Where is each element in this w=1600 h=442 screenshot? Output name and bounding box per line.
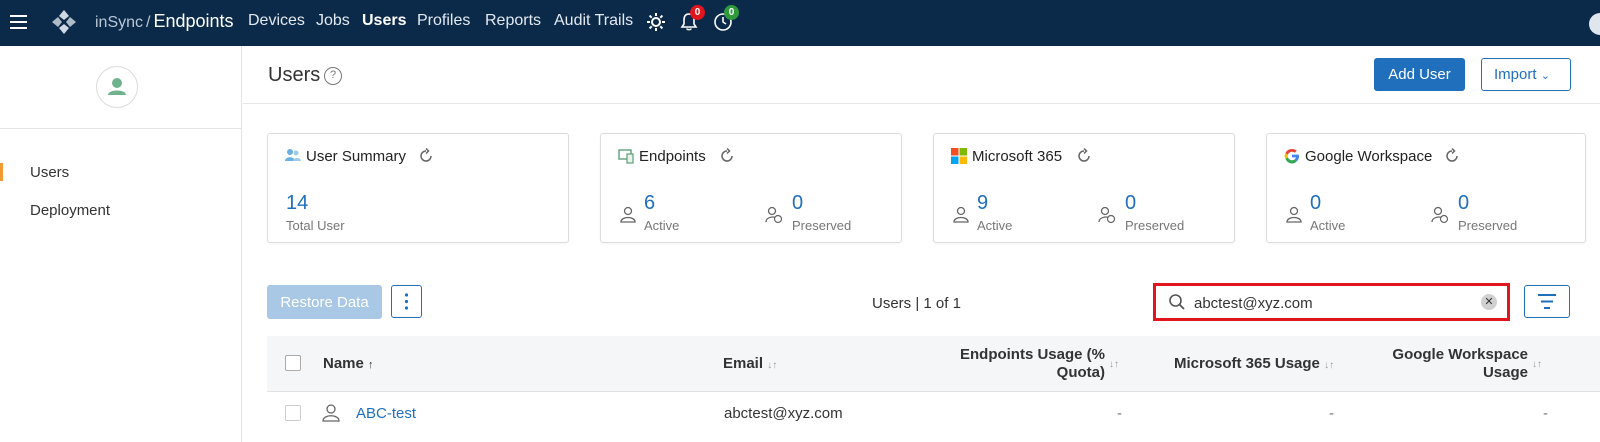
select-all-checkbox[interactable] [285, 355, 301, 371]
card-title: Endpoints [639, 148, 706, 165]
user-outline-icon [1286, 206, 1302, 223]
microsoft-365-card: Microsoft 365 9 Active 0 Preserved [933, 133, 1235, 243]
row-checkbox[interactable] [285, 405, 301, 421]
column-header-email-label: Email [723, 355, 764, 372]
preserved-label: Preserved [792, 218, 852, 233]
restore-data-button[interactable]: Restore Data [267, 285, 382, 319]
active-label: Active [977, 218, 1013, 233]
brand-title: inSync / Endpoints [95, 11, 234, 32]
google-usage-value: - [1543, 405, 1548, 422]
preserved-count[interactable]: 0 [792, 192, 803, 215]
active-label: Active [644, 218, 680, 233]
chevron-down-icon: ⌄ [1540, 70, 1550, 82]
sort-icon: ↓↑ [1109, 359, 1119, 370]
account-avatar[interactable] [1589, 13, 1600, 35]
import-button[interactable]: Import ⌄ [1481, 58, 1571, 91]
m365-usage-value: - [1329, 405, 1334, 422]
page-title: Users [268, 64, 321, 86]
help-icon[interactable]: ? [324, 67, 342, 85]
column-header-m365-usage[interactable]: Microsoft 365 Usage ↓↑ [1174, 355, 1334, 372]
nav-jobs[interactable]: Jobs [316, 12, 350, 30]
sidebar-item-users[interactable]: Users [30, 164, 69, 181]
microsoft-logo-icon [951, 148, 967, 164]
filter-button[interactable] [1524, 285, 1570, 318]
refresh-icon[interactable] [1444, 148, 1460, 164]
notifications-badge: 0 [690, 5, 705, 20]
user-preserved-icon [1431, 206, 1449, 224]
sidebar-divider [0, 128, 242, 129]
nav-profiles[interactable]: Profiles [417, 12, 470, 30]
user-outline-icon [322, 404, 340, 422]
sort-icon: ↓↑ [1324, 360, 1335, 371]
jobs-badge: 0 [724, 5, 739, 20]
preserved-count[interactable]: 0 [1458, 192, 1469, 215]
user-summary-card: User Summary 14 Total User [267, 133, 569, 243]
column-header-name-label: Name [323, 355, 364, 372]
gear-icon[interactable] [646, 12, 666, 32]
sort-icon: ↓↑ [767, 360, 778, 371]
nav-users[interactable]: Users [362, 12, 406, 30]
refresh-icon[interactable] [418, 148, 434, 164]
endpoints-card: Endpoints 6 Active 0 Preserved [600, 133, 902, 243]
active-count[interactable]: 9 [977, 192, 988, 215]
user-avatar-icon [108, 78, 126, 95]
refresh-icon[interactable] [719, 148, 735, 164]
column-header-google-usage[interactable]: Google Workspace Usage [1377, 346, 1528, 382]
add-user-button[interactable]: Add User [1374, 58, 1465, 91]
clear-search-icon[interactable]: ✕ [1481, 294, 1497, 310]
search-icon [1169, 294, 1185, 310]
nav-reports[interactable]: Reports [485, 12, 541, 30]
hamburger-menu-icon[interactable] [8, 11, 30, 33]
sidebar-item-deployment[interactable]: Deployment [30, 202, 110, 219]
active-count[interactable]: 0 [1310, 192, 1321, 215]
column-header-email[interactable]: Email ↓↑ [723, 355, 777, 372]
kebab-menu-icon [404, 293, 409, 310]
card-title: Microsoft 365 [972, 148, 1063, 165]
column-header-name[interactable]: Name ↑ [323, 355, 374, 372]
card-title: User Summary [306, 148, 407, 165]
sort-icon: ↓↑ [1532, 359, 1542, 370]
more-options-button[interactable] [391, 285, 422, 318]
preserved-count[interactable]: 0 [1125, 192, 1136, 215]
search-input[interactable] [1194, 292, 1474, 314]
active-item-marker [0, 163, 3, 181]
total-users-label: Total User [286, 218, 345, 233]
total-users-count[interactable]: 14 [286, 192, 308, 215]
user-outline-icon [953, 206, 969, 223]
google-logo-icon [1284, 149, 1299, 164]
user-name-link[interactable]: ABC-test [356, 405, 416, 422]
endpoints-usage-value: - [1117, 405, 1122, 422]
brand-product: Endpoints [153, 11, 234, 31]
sidebar: Users Deployment [0, 46, 242, 442]
active-label: Active [1310, 218, 1346, 233]
devices-icon [618, 149, 634, 164]
preserved-label: Preserved [1458, 218, 1518, 233]
table-header: Name ↑ Email ↓↑ Endpoints Usage (% Quota… [267, 336, 1600, 392]
refresh-icon[interactable] [1076, 148, 1092, 164]
nav-audit-trails[interactable]: Audit Trails [554, 12, 633, 30]
import-button-label: Import [1494, 66, 1537, 83]
nav-devices[interactable]: Devices [248, 12, 305, 30]
user-preserved-icon [765, 206, 783, 224]
sort-asc-icon: ↑ [368, 359, 374, 371]
user-preserved-icon [1098, 206, 1116, 224]
card-title: Google Workspace [1305, 148, 1433, 165]
brand-prefix: inSync [95, 14, 144, 31]
table-row: ABC-test abctest@xyz.com - - - [267, 393, 1600, 442]
user-avatar [96, 66, 138, 108]
top-navbar: inSync / Endpoints Devices Jobs Users Prof… [0, 0, 1600, 46]
users-icon [285, 149, 301, 161]
column-header-m365-label: Microsoft 365 Usage [1174, 355, 1320, 372]
column-header-endpoints-usage[interactable]: Endpoints Usage (% Quota) [957, 346, 1105, 382]
filter-icon [1538, 294, 1556, 309]
active-count[interactable]: 6 [644, 192, 655, 215]
druva-logo-icon [52, 10, 76, 34]
google-workspace-card: Google Workspace 0 Active 0 Preserved [1266, 133, 1586, 243]
user-outline-icon [620, 206, 636, 223]
user-email: abctest@xyz.com [724, 405, 843, 422]
search-box[interactable]: ✕ [1153, 283, 1510, 321]
users-count-text: Users | 1 of 1 [872, 295, 961, 312]
preserved-label: Preserved [1125, 218, 1185, 233]
brand-separator: / [146, 14, 151, 31]
